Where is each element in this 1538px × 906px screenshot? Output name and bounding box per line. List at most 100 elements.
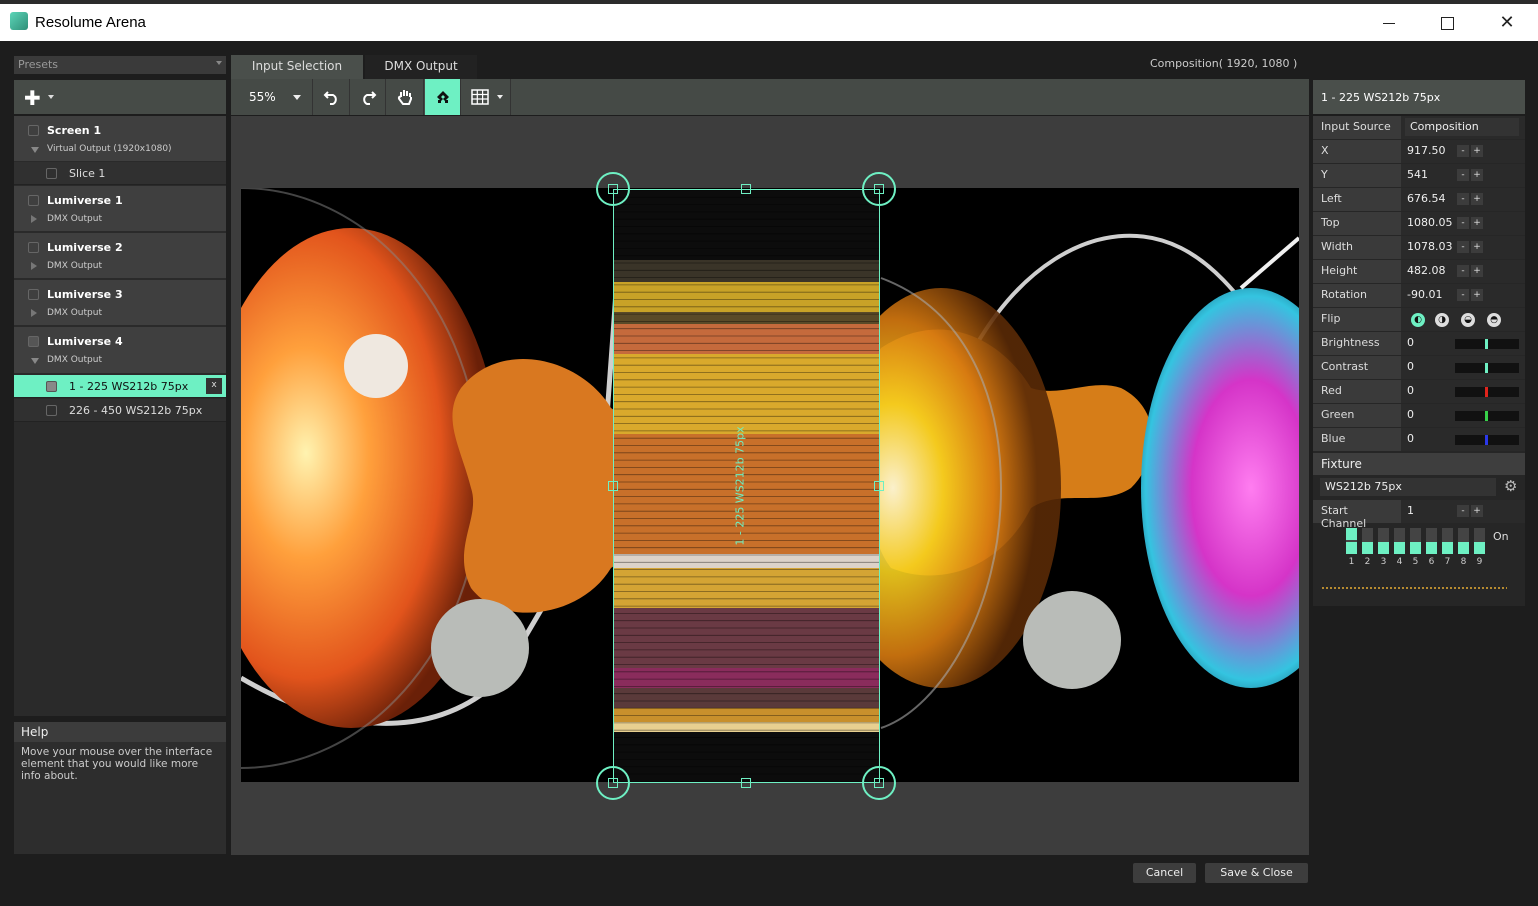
gear-icon[interactable]: ⚙	[1504, 477, 1517, 495]
tree-item-lumiverse-1[interactable]: Lumiverse 1 DMX Output	[14, 186, 226, 232]
edge-handle-right[interactable]	[874, 481, 884, 491]
checkbox[interactable]	[28, 289, 39, 300]
corner-point[interactable]	[608, 778, 618, 788]
blue-field[interactable]: 0	[1401, 428, 1525, 451]
slider-knob[interactable]	[1485, 387, 1488, 397]
slice-item-selected[interactable]: 1 - 225 WS212b 75px x	[14, 375, 226, 398]
increment-button[interactable]: +	[1471, 217, 1483, 229]
checkbox[interactable]	[28, 242, 39, 253]
close-button[interactable]: ✕	[1484, 8, 1530, 38]
checkbox[interactable]	[46, 405, 57, 416]
decrement-button[interactable]: -	[1457, 289, 1469, 301]
corner-point[interactable]	[874, 184, 884, 194]
edge-handle-bottom[interactable]	[741, 778, 751, 788]
slice-item[interactable]: 226 - 450 WS212b 75px	[14, 399, 226, 422]
increment-button[interactable]: +	[1471, 145, 1483, 157]
height-field[interactable]: 482.08 - +	[1401, 260, 1525, 283]
flip-vertical-icon[interactable]: ◒	[1461, 313, 1475, 327]
contrast-field[interactable]: 0	[1401, 356, 1525, 379]
start-channel-field[interactable]: 1 - +	[1401, 500, 1525, 523]
channel-fader[interactable]	[1362, 528, 1373, 554]
channel-fader[interactable]	[1394, 528, 1405, 554]
decrement-button[interactable]: -	[1457, 241, 1469, 253]
channel-fader[interactable]	[1426, 528, 1437, 554]
tree-item-lumiverse-3[interactable]: Lumiverse 3 DMX Output	[14, 280, 226, 326]
maximize-button[interactable]	[1424, 8, 1470, 38]
channel-fader[interactable]	[1458, 528, 1469, 554]
grid-icon[interactable]	[461, 79, 511, 115]
magnet-snap-icon[interactable]	[425, 79, 461, 115]
increment-button[interactable]: +	[1471, 241, 1483, 253]
channel-fader[interactable]	[1474, 528, 1485, 554]
zoom-dropdown[interactable]: 55%	[231, 79, 313, 115]
redo-icon[interactable]	[350, 79, 386, 115]
checkbox[interactable]	[28, 195, 39, 206]
save-close-button[interactable]: Save & Close	[1205, 863, 1308, 883]
edge-handle-top[interactable]	[741, 184, 751, 194]
channel-fader[interactable]	[1410, 528, 1421, 554]
checkbox[interactable]	[28, 336, 39, 347]
slice-item[interactable]: Slice 1	[14, 162, 226, 185]
slider-knob[interactable]	[1485, 411, 1488, 421]
channel-fader[interactable]	[1442, 528, 1453, 554]
flip-both-icon[interactable]: ◓	[1487, 313, 1501, 327]
rotation-field[interactable]: -90.01 - +	[1401, 284, 1525, 307]
tree-item-screen-1[interactable]: Screen 1 Virtual Output (1920x1080)	[14, 116, 226, 162]
flip-horizontal-icon[interactable]: ◑	[1435, 313, 1449, 327]
minimize-button[interactable]	[1366, 8, 1412, 38]
flip-none-icon[interactable]: ◐	[1411, 313, 1425, 327]
tree-item-lumiverse-4[interactable]: Lumiverse 4 DMX Output	[14, 327, 226, 374]
expand-icon[interactable]	[31, 262, 37, 270]
green-slider[interactable]	[1455, 411, 1519, 421]
y-field[interactable]: 541 - +	[1401, 164, 1525, 187]
checkbox[interactable]	[46, 168, 57, 179]
chevron-down-icon[interactable]	[48, 95, 54, 99]
green-field[interactable]: 0	[1401, 404, 1525, 427]
increment-button[interactable]: +	[1471, 193, 1483, 205]
top-field[interactable]: 1080.05 - +	[1401, 212, 1525, 235]
edge-handle-left[interactable]	[608, 481, 618, 491]
red-slider[interactable]	[1455, 387, 1519, 397]
brightness-field[interactable]: 0	[1401, 332, 1525, 355]
presets-dropdown[interactable]: Presets	[14, 56, 226, 74]
slider-knob[interactable]	[1485, 339, 1488, 349]
checkbox[interactable]	[28, 125, 39, 136]
add-button[interactable]: ✚	[24, 86, 41, 110]
increment-button[interactable]: +	[1471, 289, 1483, 301]
x-field[interactable]: 917.50 - +	[1401, 140, 1525, 163]
expand-icon[interactable]	[31, 358, 39, 364]
decrement-button[interactable]: -	[1457, 217, 1469, 229]
blue-slider[interactable]	[1455, 435, 1519, 445]
tab-dmx-output[interactable]: DMX Output	[365, 55, 477, 79]
decrement-button[interactable]: -	[1457, 169, 1469, 181]
increment-button[interactable]: +	[1471, 505, 1483, 517]
checkbox[interactable]	[46, 381, 57, 392]
hand-tool-icon[interactable]	[386, 79, 424, 115]
slider-knob[interactable]	[1485, 435, 1488, 445]
decrement-button[interactable]: -	[1457, 265, 1469, 277]
input-source-dropdown[interactable]: Composition	[1405, 118, 1519, 136]
width-field[interactable]: 1078.03 - +	[1401, 236, 1525, 259]
increment-button[interactable]: +	[1471, 265, 1483, 277]
decrement-button[interactable]: -	[1457, 145, 1469, 157]
cancel-button[interactable]: Cancel	[1133, 863, 1196, 883]
red-field[interactable]: 0	[1401, 380, 1525, 403]
decrement-button[interactable]: -	[1457, 193, 1469, 205]
increment-button[interactable]: +	[1471, 169, 1483, 181]
left-field[interactable]: 676.54 - +	[1401, 188, 1525, 211]
corner-point[interactable]	[608, 184, 618, 194]
tree-item-lumiverse-2[interactable]: Lumiverse 2 DMX Output	[14, 233, 226, 279]
undo-icon[interactable]	[314, 79, 350, 115]
slider-knob[interactable]	[1485, 363, 1488, 373]
expand-icon[interactable]	[31, 215, 37, 223]
corner-point[interactable]	[874, 778, 884, 788]
decrement-button[interactable]: -	[1457, 505, 1469, 517]
channel-fader[interactable]	[1378, 528, 1389, 554]
fixture-dropdown[interactable]: WS212b 75px	[1320, 478, 1496, 496]
tab-input-selection[interactable]: Input Selection	[231, 55, 363, 79]
expand-icon[interactable]	[31, 147, 39, 153]
brightness-slider[interactable]	[1455, 339, 1519, 349]
slice-selection-box[interactable]	[613, 189, 880, 783]
contrast-slider[interactable]	[1455, 363, 1519, 373]
expand-icon[interactable]	[31, 309, 37, 317]
